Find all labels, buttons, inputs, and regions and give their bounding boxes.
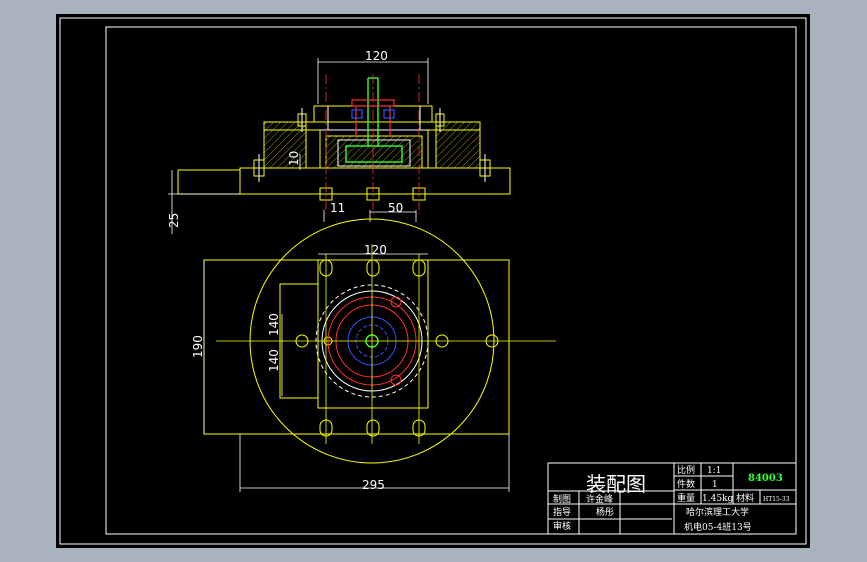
inner-border [105,26,797,535]
scale-value: 1:1 [707,466,721,476]
material-value: HT15-33 [763,496,790,503]
dim-plan-190: 190 [191,335,205,358]
class-info: 机电05-4班13号 [684,521,752,533]
cad-viewport[interactable]: 120 10 25 11 50 120 140 140 190 295 装配图 … [56,14,810,548]
guide-name: 杨彤 [596,506,614,518]
dim-top-120: 120 [365,49,388,63]
count-value: 1 [712,480,718,490]
review-label: 审核 [553,520,571,532]
assembly-drawing: 120 10 25 11 50 120 140 140 190 295 装配图 … [59,17,807,545]
weight-value: 1.45kg [702,494,733,504]
drawing-number: 84003 [748,473,783,484]
dim-spacing-50: 50 [388,201,403,215]
front-section-view [177,105,511,201]
dim-height-10: 10 [287,151,301,166]
material-label: 材料 [736,492,754,504]
dim-plan-120: 120 [364,243,387,257]
dim-spacing-11: 11 [330,201,345,215]
base-plate [239,167,511,195]
dim-height-25: 25 [167,213,181,228]
drawn-label: 制图 [553,493,571,505]
school-name: 哈尔滨理工大学 [686,506,749,518]
dim-plan-295: 295 [362,478,385,492]
plan-centerlines [216,244,556,444]
drawn-name: 许金峰 [586,493,613,505]
weight-label: 重量 [677,492,695,504]
guide-label: 指导 [553,506,571,518]
dim-plan-140-b: 140 [267,349,281,372]
center-block [317,259,429,409]
right-flange [435,121,481,169]
drawing-title: 装配图 [586,472,646,496]
slots-top [319,259,426,277]
scale-label: 比例 [677,464,695,476]
dim-plan-140-a: 140 [267,313,281,336]
count-label: 件数 [677,478,695,490]
